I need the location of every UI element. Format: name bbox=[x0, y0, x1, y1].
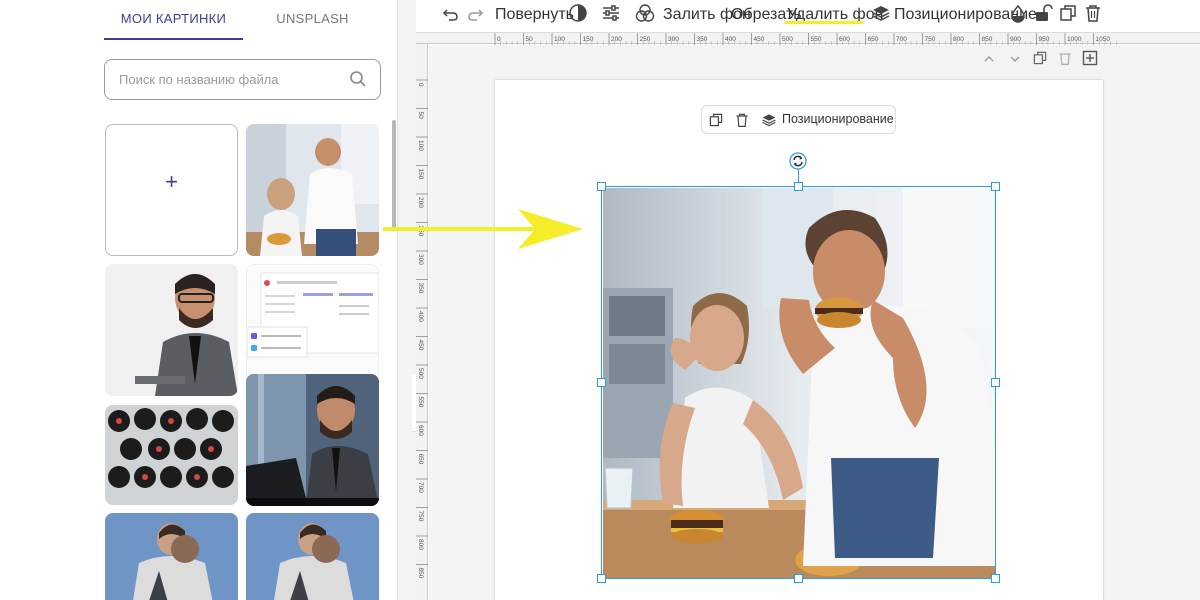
v-ruler-label: 700 bbox=[417, 482, 424, 493]
resize-handle-s[interactable] bbox=[794, 574, 803, 583]
layers-icon[interactable] bbox=[761, 112, 777, 128]
h-ruler-label: 50 bbox=[526, 36, 534, 43]
drag-arrow-annotation bbox=[383, 209, 583, 249]
trash-icon[interactable] bbox=[734, 112, 750, 128]
h-ruler-label: 500 bbox=[782, 36, 793, 43]
h-ruler-label: 100 bbox=[554, 36, 565, 43]
page-controls bbox=[980, 50, 1100, 70]
editor-app: МОИ КАРТИНКИ UNSPLASH Поиск по названию … bbox=[0, 0, 1200, 600]
drop-icon[interactable] bbox=[1008, 3, 1028, 23]
h-ruler-label: 1050 bbox=[1096, 36, 1111, 43]
image-thumb-man-laptop[interactable] bbox=[246, 374, 379, 506]
h-ruler-label: 950 bbox=[1039, 36, 1050, 43]
contrast-icon[interactable] bbox=[568, 3, 588, 23]
plus-icon: + bbox=[165, 169, 178, 194]
h-ruler-label: 450 bbox=[754, 36, 765, 43]
h-ruler-label: 150 bbox=[583, 36, 594, 43]
image-thumb-bearded-man[interactable] bbox=[105, 264, 238, 396]
h-ruler-label: 850 bbox=[982, 36, 993, 43]
v-ruler-label: 850 bbox=[417, 568, 424, 579]
h-ruler-label: 300 bbox=[668, 36, 679, 43]
duplicate-page-icon[interactable] bbox=[1032, 50, 1048, 66]
v-ruler-label: 100 bbox=[417, 140, 424, 151]
h-ruler-label: 700 bbox=[896, 36, 907, 43]
horizontal-ruler: 0 50 100 150 200 250 300 350 400 450 500 550 600 650 7… bbox=[416, 32, 1200, 45]
search-input[interactable]: Поиск по названию файла bbox=[104, 59, 381, 100]
blend-icon[interactable] bbox=[635, 3, 655, 23]
element-context-toolbar: Позиционирование bbox=[701, 105, 896, 134]
undo-icon[interactable] bbox=[441, 4, 461, 24]
v-ruler-label: 150 bbox=[417, 169, 424, 180]
v-ruler-label: 50 bbox=[417, 112, 424, 120]
search-icon[interactable] bbox=[349, 70, 367, 88]
resize-handle-e[interactable] bbox=[991, 378, 1000, 387]
tab-unsplash[interactable]: UNSPLASH bbox=[243, 0, 382, 40]
h-ruler-label: 550 bbox=[811, 36, 822, 43]
v-ruler-label: 750 bbox=[417, 511, 424, 522]
vertical-ruler: 0501001502002503003504004505005506006507… bbox=[416, 44, 428, 600]
remove-background-highlight bbox=[785, 21, 863, 24]
resize-handle-sw[interactable] bbox=[597, 574, 606, 583]
upload-image-tile[interactable]: + bbox=[105, 124, 238, 256]
v-ruler-label: 350 bbox=[417, 283, 424, 294]
tab-my-images[interactable]: МОИ КАРТИНКИ bbox=[104, 0, 243, 40]
rotate-button[interactable]: Повернуть bbox=[495, 6, 574, 24]
image-thumb-wedding-2[interactable] bbox=[246, 513, 379, 600]
h-ruler-label: 600 bbox=[839, 36, 850, 43]
duplicate-icon[interactable] bbox=[1058, 3, 1078, 23]
layers-icon[interactable] bbox=[871, 3, 891, 23]
v-ruler-label: 800 bbox=[417, 539, 424, 550]
resize-handle-nw[interactable] bbox=[597, 182, 606, 191]
resize-handle-ne[interactable] bbox=[991, 182, 1000, 191]
v-ruler-label: 450 bbox=[417, 340, 424, 351]
chevron-down-icon[interactable] bbox=[1008, 52, 1022, 66]
image-thumb-vinyl-wall[interactable] bbox=[105, 405, 238, 505]
v-ruler-label: 0 bbox=[417, 83, 424, 87]
sliders-icon[interactable] bbox=[601, 3, 621, 23]
v-ruler-label: 500 bbox=[417, 368, 424, 379]
image-thumb-wedding-1[interactable] bbox=[105, 513, 238, 600]
h-ruler-label: 900 bbox=[1010, 36, 1021, 43]
h-ruler-label: 400 bbox=[725, 36, 736, 43]
h-ruler-label: 350 bbox=[697, 36, 708, 43]
unlock-icon[interactable] bbox=[1033, 3, 1053, 23]
v-ruler-label: 300 bbox=[417, 254, 424, 265]
panel-gutter bbox=[398, 0, 416, 600]
duplicate-icon[interactable] bbox=[708, 112, 724, 128]
trash-icon[interactable] bbox=[1083, 3, 1103, 23]
image-thumb-kitchen-couple[interactable] bbox=[246, 124, 379, 256]
h-ruler-label: 650 bbox=[868, 36, 879, 43]
v-ruler-label: 400 bbox=[417, 311, 424, 322]
v-ruler-label: 550 bbox=[417, 397, 424, 408]
redo-icon[interactable] bbox=[465, 4, 485, 24]
v-ruler-label: 650 bbox=[417, 454, 424, 465]
h-ruler-label: 250 bbox=[640, 36, 651, 43]
chevron-up-icon[interactable] bbox=[982, 52, 996, 66]
images-panel: МОИ КАРТИНКИ UNSPLASH Поиск по названию … bbox=[95, 0, 398, 600]
h-ruler-label: 1000 bbox=[1067, 36, 1082, 43]
selection-box bbox=[601, 186, 996, 579]
h-ruler-label: 800 bbox=[953, 36, 964, 43]
resize-handle-w[interactable] bbox=[597, 378, 606, 387]
context-positioning-button[interactable]: Позиционирование bbox=[782, 112, 894, 126]
resize-handle-se[interactable] bbox=[991, 574, 1000, 583]
resize-handle-n[interactable] bbox=[794, 182, 803, 191]
h-ruler-label: 0 bbox=[497, 36, 501, 43]
add-page-icon[interactable] bbox=[1082, 50, 1098, 66]
h-ruler-label: 750 bbox=[925, 36, 936, 43]
h-ruler-label: 200 bbox=[611, 36, 622, 43]
delete-page-icon[interactable] bbox=[1057, 50, 1073, 66]
v-ruler-label: 600 bbox=[417, 425, 424, 436]
rotate-handle-icon[interactable] bbox=[789, 152, 807, 170]
